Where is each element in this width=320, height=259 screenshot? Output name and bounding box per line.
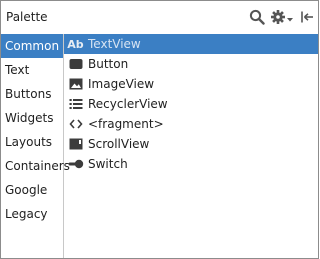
widget-item-textview[interactable]: Ab TextView bbox=[64, 34, 318, 54]
category-text[interactable]: Text bbox=[1, 58, 63, 82]
category-widgets[interactable]: Widgets bbox=[1, 106, 63, 130]
collapse-icon[interactable] bbox=[299, 7, 315, 27]
widget-item-switch[interactable]: Switch bbox=[64, 154, 318, 174]
button-icon bbox=[67, 57, 84, 71]
recyclerview-icon bbox=[67, 97, 84, 111]
widget-label: ImageView bbox=[88, 77, 155, 91]
category-list: Common Text Buttons Widgets Layouts Cont… bbox=[1, 34, 70, 258]
switch-icon bbox=[67, 157, 84, 171]
category-containers[interactable]: Containers bbox=[1, 154, 70, 178]
category-legacy[interactable]: Legacy bbox=[1, 202, 63, 226]
widget-label: ScrollView bbox=[88, 137, 150, 151]
widget-label: Switch bbox=[88, 157, 128, 171]
imageview-icon bbox=[67, 77, 84, 91]
textview-icon: Ab bbox=[67, 37, 84, 51]
search-icon[interactable] bbox=[247, 7, 267, 27]
palette-header: Palette bbox=[1, 1, 318, 34]
category-layouts[interactable]: Layouts bbox=[1, 130, 63, 154]
gear-icon[interactable] bbox=[269, 7, 295, 27]
palette-title: Palette bbox=[6, 10, 48, 24]
widget-label: RecyclerView bbox=[88, 97, 168, 111]
widget-item-fragment[interactable]: <fragment> bbox=[64, 114, 318, 134]
widget-item-scrollview[interactable]: ScrollView bbox=[64, 134, 318, 154]
category-google[interactable]: Google bbox=[1, 178, 63, 202]
palette-panel: Palette Common Text Buttons Widgets Layo… bbox=[0, 0, 319, 259]
widget-list: Ab TextView Button ImageView RecyclerVie… bbox=[64, 34, 318, 258]
category-common[interactable]: Common bbox=[1, 34, 63, 58]
category-buttons[interactable]: Buttons bbox=[1, 82, 63, 106]
widget-item-imageview[interactable]: ImageView bbox=[64, 74, 318, 94]
fragment-icon bbox=[67, 117, 84, 131]
widget-item-recyclerview[interactable]: RecyclerView bbox=[64, 94, 318, 114]
widget-item-button[interactable]: Button bbox=[64, 54, 318, 74]
widget-label: <fragment> bbox=[88, 117, 164, 131]
widget-label: Button bbox=[88, 57, 129, 71]
scrollview-icon bbox=[67, 137, 84, 151]
widget-label: TextView bbox=[88, 37, 141, 51]
